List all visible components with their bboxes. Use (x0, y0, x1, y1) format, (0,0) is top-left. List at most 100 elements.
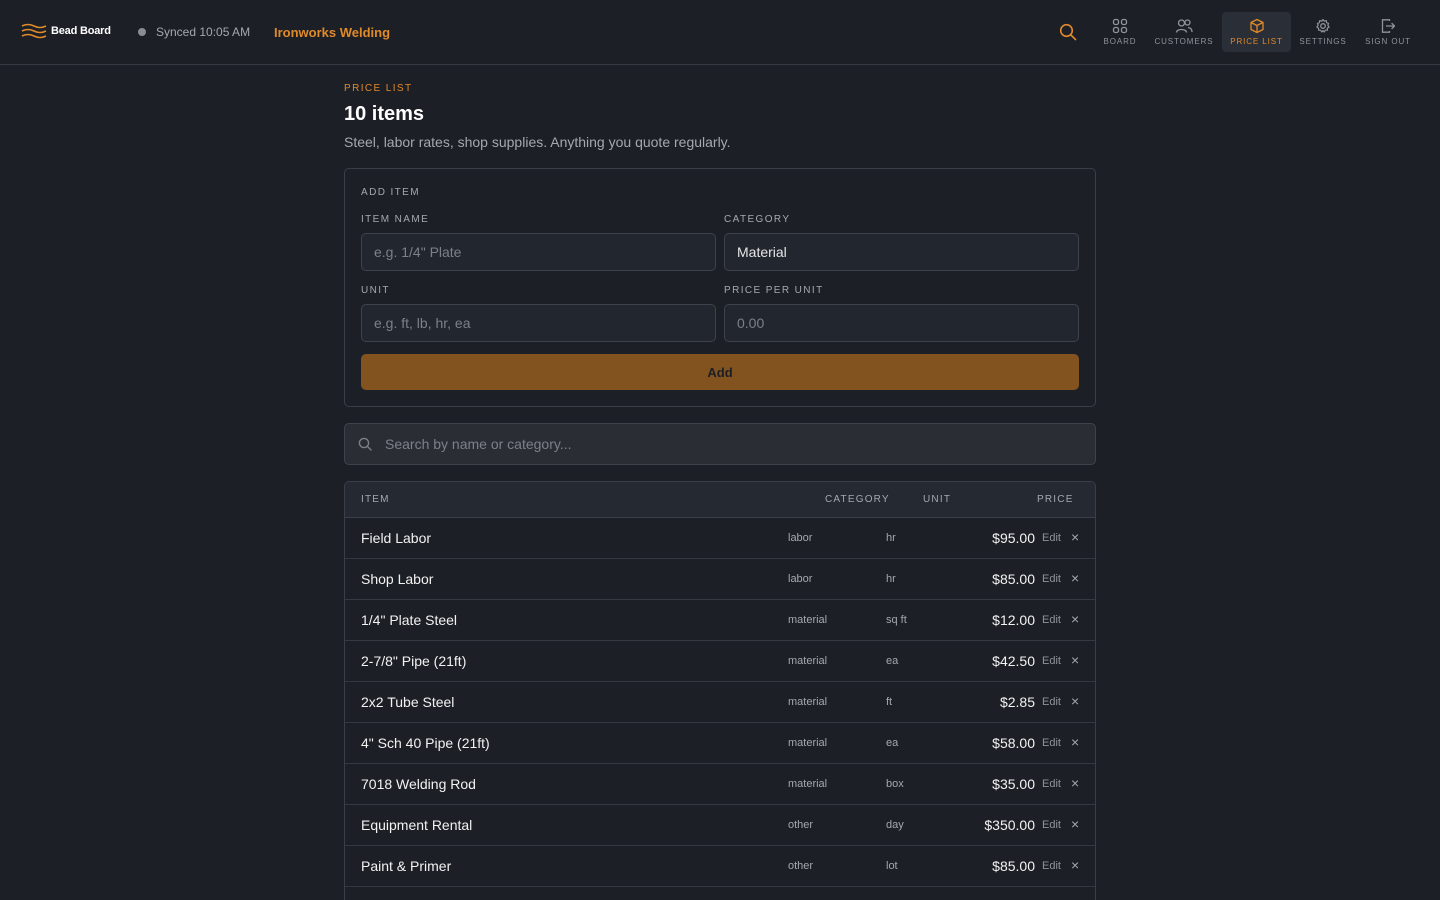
nav-settings-label: SETTINGS (1299, 37, 1347, 46)
edit-button[interactable]: Edit (1042, 778, 1061, 790)
item-name-input[interactable] (361, 233, 716, 271)
item-unit: hr (886, 573, 896, 585)
item-unit: box (886, 778, 904, 790)
sync-status: Synced 10:05 AM (138, 24, 250, 40)
table-row[interactable]: 1/4" Plate Steel material sq ft $12.00 Edit × (345, 600, 1095, 641)
unit-label: UNIT (361, 285, 390, 296)
header-unit[interactable]: UNIT (923, 494, 951, 505)
item-name-label: ITEM NAME (361, 214, 430, 225)
item-price: $12.00 (992, 612, 1035, 628)
table-row[interactable]: 4" Sch 40 Pipe (21ft) material ea $58.00 Edi… (345, 723, 1095, 764)
item-name: 4" Sch 40 Pipe (21ft) (361, 735, 490, 751)
item-category: material (788, 696, 828, 708)
item-name: 7018 Welding Rod (361, 776, 476, 792)
category-input[interactable] (724, 233, 1079, 271)
item-name: Shop Labor (361, 571, 434, 587)
sync-text: Synced 10:05 AM (156, 25, 251, 39)
nav-customers[interactable]: CUSTOMERS (1150, 12, 1218, 52)
item-name: 1/4" Plate Steel (361, 612, 458, 628)
page-title: 10 items (344, 103, 425, 125)
sync-dot (138, 28, 146, 36)
add-item-card: ADD ITEM ITEM NAME CATEGORY UNIT PRICE P… (344, 168, 1096, 407)
delete-icon[interactable]: × (1071, 570, 1079, 586)
item-category: material (788, 778, 828, 790)
table-row[interactable]: 2x2 Tube Steel material ft $2.85 Edit × (345, 682, 1095, 723)
item-category: material (788, 655, 828, 667)
search-bar (344, 423, 1096, 465)
nav-price-list[interactable]: PRICE LIST (1222, 12, 1291, 52)
item-category: material (788, 614, 828, 626)
waves-icon (21, 23, 47, 39)
nav-sign-out[interactable]: SIGN OUT (1360, 12, 1416, 52)
item-price: $95.00 (992, 530, 1035, 546)
item-name: 2x2 Tube Steel (361, 694, 455, 710)
edit-button[interactable]: Edit (1042, 819, 1061, 831)
item-name: Equipment Rental (361, 817, 473, 833)
nav-sign-out-label: SIGN OUT (1365, 37, 1411, 46)
item-name: Paint & Primer (361, 858, 452, 874)
delete-icon[interactable]: × (1071, 611, 1079, 627)
table-header: ITEM CATEGORY UNIT PRICE (345, 482, 1095, 518)
edit-button[interactable]: Edit (1042, 655, 1061, 667)
item-category: material (788, 737, 828, 749)
add-button[interactable]: Add (361, 354, 1079, 390)
item-category: labor (788, 573, 813, 585)
item-category: labor (788, 532, 813, 544)
header-price[interactable]: PRICE (1037, 494, 1074, 505)
brand-logo[interactable]: Bead Board (21, 21, 111, 41)
item-category: other (788, 819, 814, 831)
page-eyebrow: PRICE LIST (344, 83, 413, 94)
item-unit: ft (886, 696, 893, 708)
table-row[interactable]: Equipment Rental other day $350.00 Edit × (345, 805, 1095, 846)
header-category[interactable]: CATEGORY (825, 494, 890, 505)
item-price: $350.00 (984, 817, 1035, 833)
nav-customers-label: CUSTOMERS (1154, 37, 1214, 46)
unit-input[interactable] (361, 304, 716, 342)
table-row[interactable]: 2-7/8" Pipe (21ft) material ea $42.50 Edit × (345, 641, 1095, 682)
item-category: other (788, 860, 814, 872)
edit-button[interactable]: Edit (1042, 696, 1061, 708)
item-unit: lot (886, 860, 898, 872)
item-unit: sq ft (886, 614, 907, 626)
table-row[interactable]: Field Labor labor hr $95.00 Edit × (345, 518, 1095, 559)
top-bar: Bead Board Synced 10:05 AM Ironworks Wel… (0, 0, 1440, 65)
item-unit: day (886, 819, 904, 831)
nav-board[interactable]: BOARD (1100, 12, 1140, 52)
nav-settings[interactable]: SETTINGS (1297, 12, 1349, 52)
table-row[interactable]: Shop Labor labor hr $85.00 Edit × (345, 559, 1095, 600)
table-row[interactable]: Paint & Primer other lot $85.00 Edit × (345, 846, 1095, 887)
users-icon (1175, 19, 1193, 33)
category-label: CATEGORY (724, 214, 791, 225)
delete-icon[interactable]: × (1071, 734, 1079, 750)
edit-button[interactable]: Edit (1042, 860, 1061, 872)
price-per-unit-input[interactable] (724, 304, 1079, 342)
edit-button[interactable]: Edit (1042, 737, 1061, 749)
price-table: ITEM CATEGORY UNIT PRICE Field Labor labo… (344, 481, 1096, 900)
nav-board-label: BOARD (1103, 37, 1137, 46)
page-subtitle: Steel, labor rates, shop supplies. Anyth… (344, 134, 731, 150)
delete-icon[interactable]: × (1071, 816, 1079, 832)
header-item[interactable]: ITEM (361, 494, 390, 505)
table-row[interactable]: 7018 Welding Rod material box $35.00 Edit × (345, 764, 1095, 805)
shop-name[interactable]: Ironworks Welding (274, 25, 390, 40)
delete-icon[interactable]: × (1071, 857, 1079, 873)
delete-icon[interactable]: × (1071, 529, 1079, 545)
edit-button[interactable]: Edit (1042, 532, 1061, 544)
delete-icon[interactable]: × (1071, 775, 1079, 791)
item-price: $42.50 (992, 653, 1035, 669)
item-unit: hr (886, 532, 896, 544)
item-name: Field Labor (361, 530, 432, 546)
search-icon[interactable] (1058, 22, 1078, 42)
item-unit: ea (886, 655, 899, 667)
sign-out-icon (1381, 19, 1396, 33)
search-icon (358, 437, 372, 451)
edit-button[interactable]: Edit (1042, 614, 1061, 626)
delete-icon[interactable]: × (1071, 652, 1079, 668)
brand-name: Bead Board (51, 25, 111, 37)
item-price: $35.00 (992, 776, 1035, 792)
item-price: $85.00 (992, 858, 1035, 874)
item-price: $85.00 (992, 571, 1035, 587)
delete-icon[interactable]: × (1071, 693, 1079, 709)
edit-button[interactable]: Edit (1042, 573, 1061, 585)
search-input[interactable] (385, 424, 1085, 464)
